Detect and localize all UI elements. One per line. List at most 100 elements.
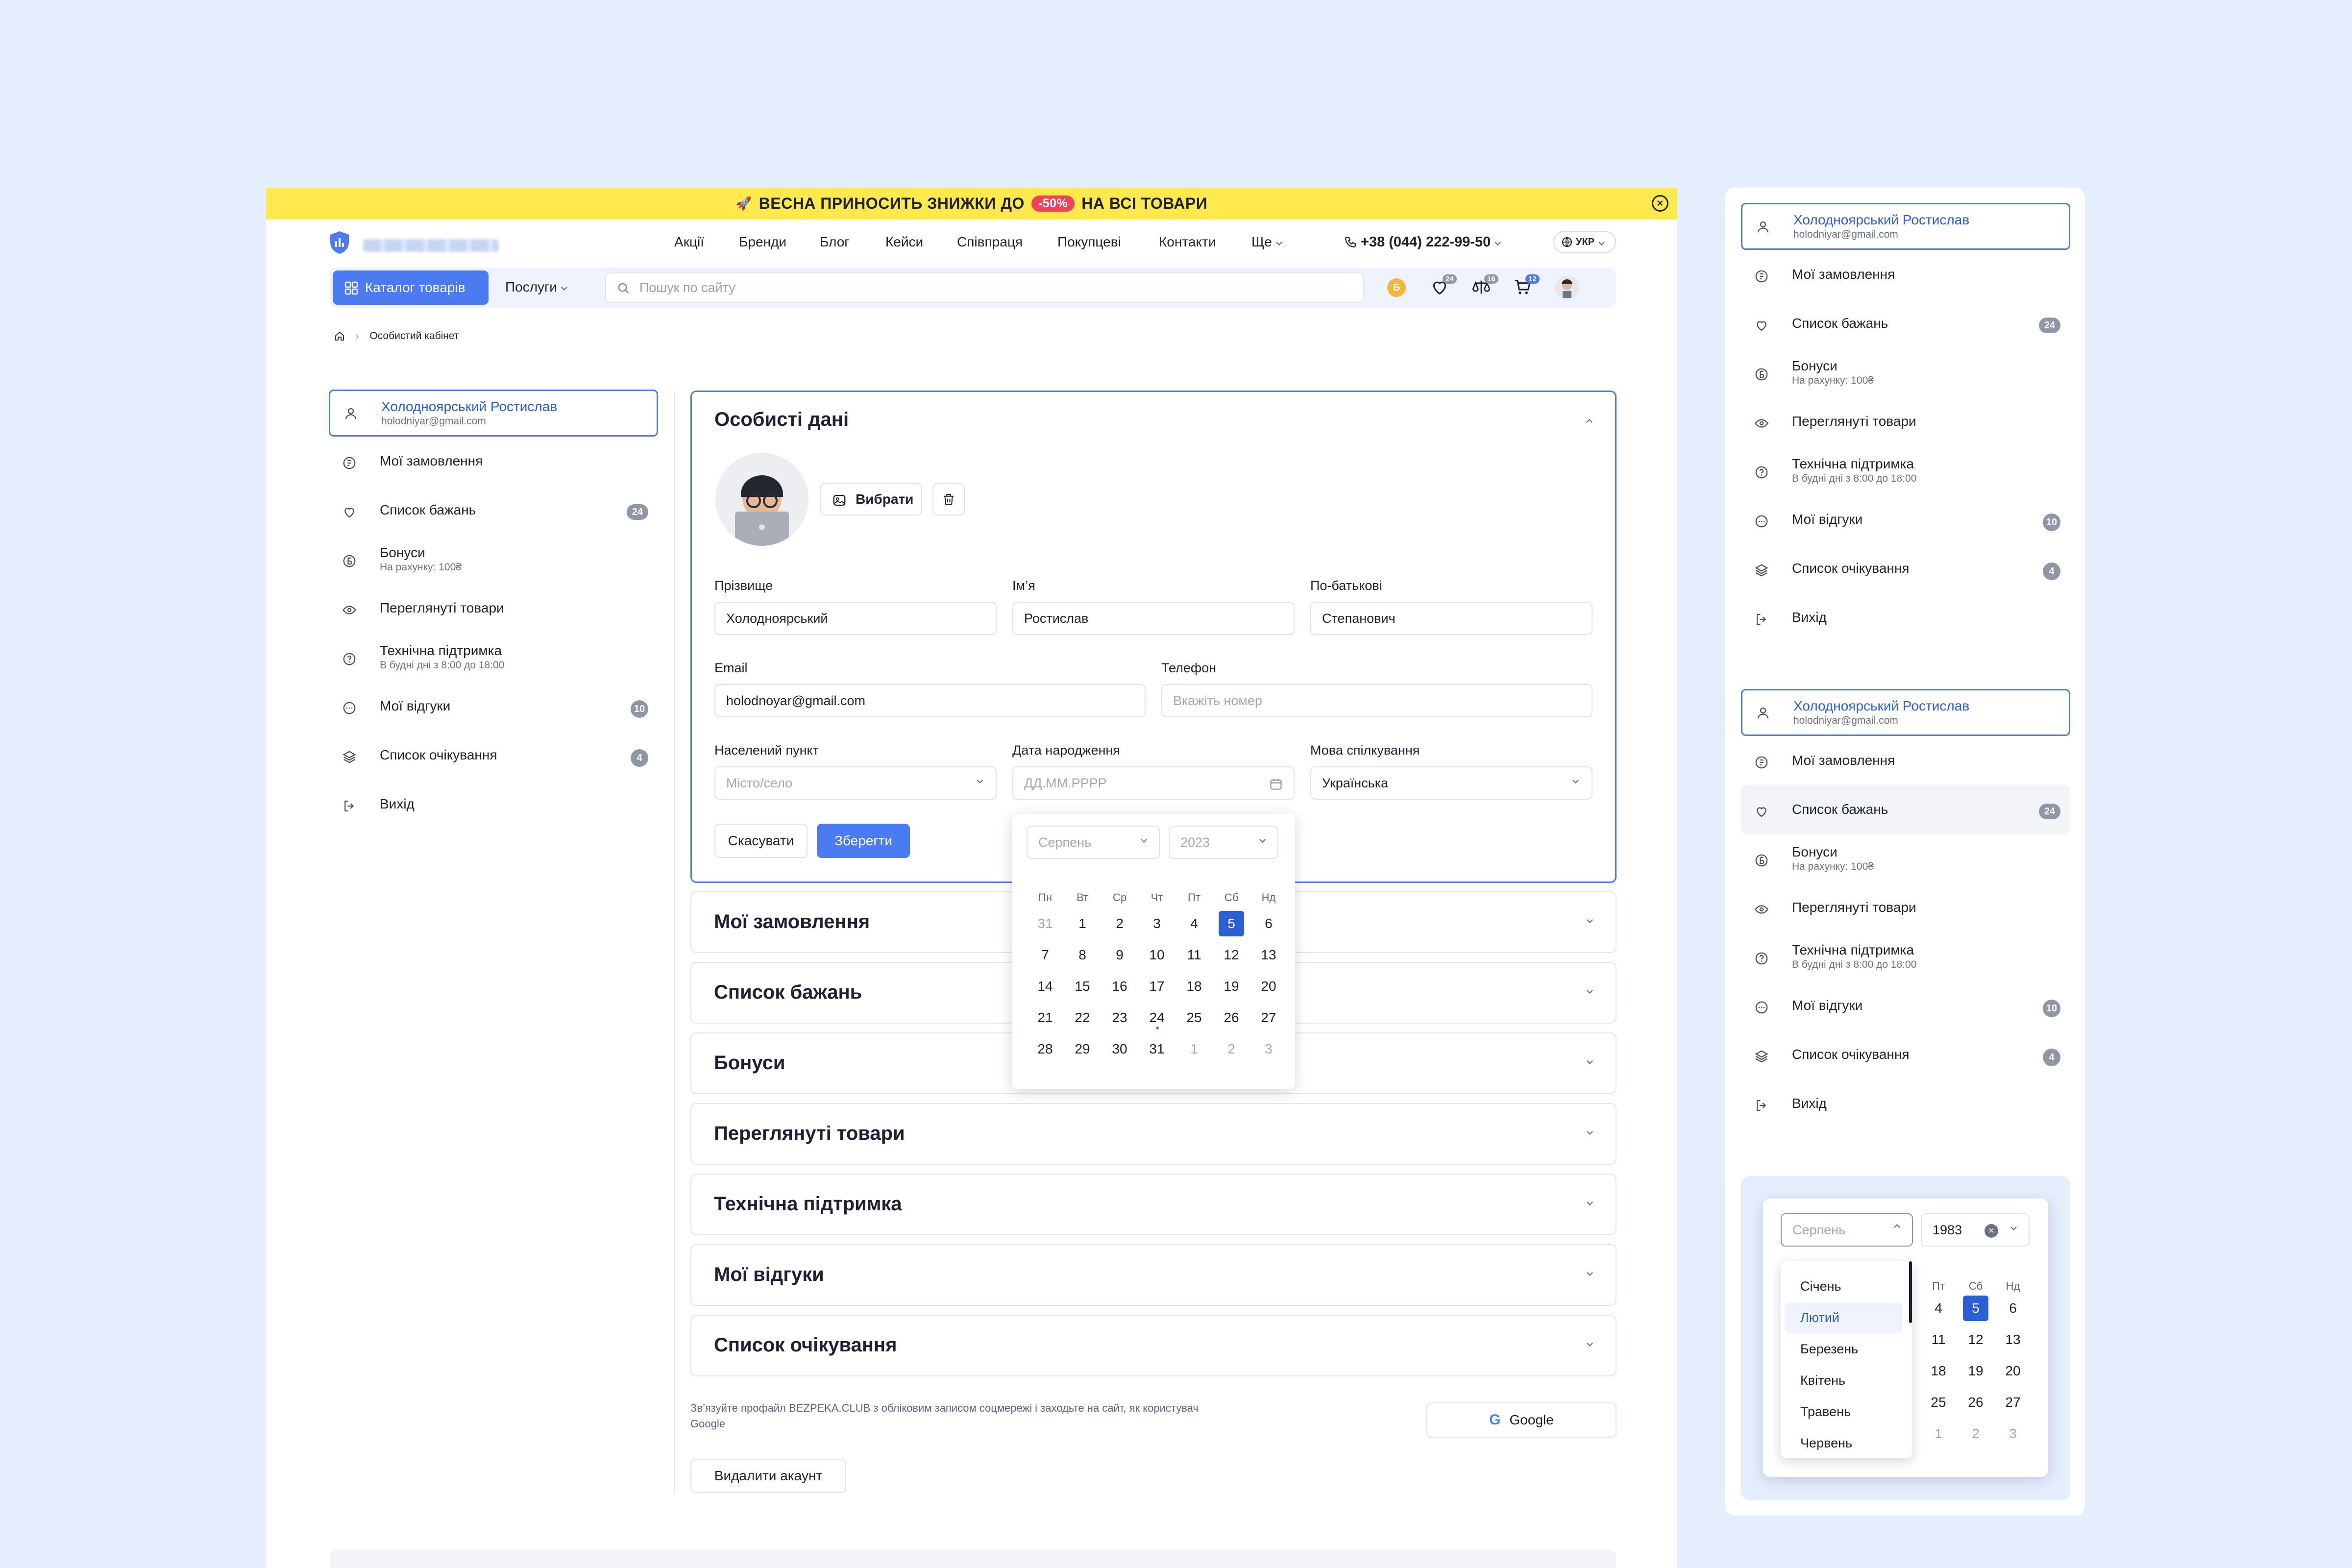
name-field[interactable]: Ростислав <box>1012 602 1295 635</box>
language-select[interactable]: Українська <box>1310 766 1592 800</box>
calendar-day[interactable]: 1 <box>1070 911 1095 936</box>
city-select[interactable]: Місто/село <box>714 766 997 800</box>
month-select-open[interactable]: Серпень <box>1781 1213 1913 1247</box>
calendar-day[interactable]: 23 <box>1107 1005 1132 1030</box>
calendar-day[interactable]: 4 <box>1926 1296 1951 1321</box>
calendar-day[interactable]: 27 <box>1256 1005 1281 1030</box>
collapse-button[interactable] <box>1582 417 1592 426</box>
month-option[interactable]: Березень <box>1785 1334 1902 1364</box>
calendar-day[interactable]: 4 <box>1181 911 1207 936</box>
calendar-day[interactable]: 6 <box>1256 911 1281 936</box>
sidebar-item-wishlist[interactable]: Список бажань 24 <box>329 486 658 535</box>
sidebar-item-viewed[interactable]: Переглянуті товари <box>329 584 658 633</box>
calendar-day[interactable]: 24 <box>1144 1005 1170 1030</box>
phone-field[interactable]: Вкажіть номер <box>1161 684 1592 717</box>
close-icon[interactable]: × <box>1652 195 1668 212</box>
phone-dropdown[interactable]: +38 (044) 222-99-50 <box>1344 234 1501 250</box>
save-button[interactable]: Зберегти <box>817 824 910 858</box>
calendar-day[interactable]: 13 <box>2000 1327 2026 1352</box>
sidebar-item-reviews[interactable]: Мої відгуки 10 <box>329 682 658 731</box>
calendar-day[interactable]: 30 <box>1107 1036 1132 1062</box>
wishlist-button[interactable]: 24 <box>1430 274 1457 299</box>
nav-link-cooperation[interactable]: Співпраця <box>957 234 1023 250</box>
sidebar-item-bonuses[interactable]: Бонуси На рахунку: 100₴ <box>329 535 658 584</box>
calendar-day[interactable]: 14 <box>1032 974 1058 999</box>
nav-link-blog[interactable]: Блог <box>820 234 850 250</box>
compare-button[interactable]: 16 <box>1471 274 1498 299</box>
nav-link-contacts[interactable]: Контакти <box>1159 234 1216 250</box>
sidebar-item-waitlist[interactable]: Список очікування 4 <box>1741 544 2070 593</box>
calendar-day[interactable]: 1 <box>1926 1421 1951 1446</box>
calendar-day[interactable]: 18 <box>1181 974 1207 999</box>
scrollbar[interactable] <box>1909 1261 1912 1323</box>
cart-button[interactable]: 12 <box>1513 274 1540 299</box>
calendar-day[interactable]: 18 <box>1926 1358 1951 1384</box>
sidebar-item-logout[interactable]: Вихід <box>1741 593 2070 642</box>
calendar-day[interactable]: 2 <box>1963 1421 1988 1446</box>
calendar-day[interactable]: 9 <box>1107 942 1132 968</box>
year-select[interactable]: 2023 <box>1169 826 1278 859</box>
sidebar-item-viewed[interactable]: Переглянуті товари <box>1741 883 2070 932</box>
calendar-day[interactable]: 12 <box>1219 942 1244 968</box>
calendar-day[interactable]: 29 <box>1070 1036 1095 1062</box>
google-link-button[interactable]: G Google <box>1426 1402 1617 1438</box>
nav-link-cases[interactable]: Кейси <box>885 234 923 250</box>
month-option[interactable]: Лютий <box>1785 1302 1902 1333</box>
cancel-button[interactable]: Скасувати <box>714 824 808 858</box>
delete-account-button[interactable]: Видалити акаунт <box>690 1459 846 1493</box>
delete-photo-button[interactable] <box>932 483 965 515</box>
calendar-day[interactable]: 19 <box>1219 974 1244 999</box>
accordion-support[interactable]: Технічна підтримка <box>690 1174 1617 1235</box>
sidebar-profile[interactable]: Холодноярський Ростислав holodniyar@gmail… <box>329 390 658 437</box>
calendar-day[interactable]: 16 <box>1107 974 1132 999</box>
sidebar-item-support[interactable]: Технічна підтримка В будні дні з 8:00 до … <box>1741 932 2070 981</box>
calendar-day[interactable]: 3 <box>2000 1421 2026 1446</box>
calendar-day[interactable]: 11 <box>1181 942 1207 968</box>
calendar-day[interactable]: 13 <box>1256 942 1281 968</box>
accordion-waitlist[interactable]: Список очікування <box>690 1315 1617 1376</box>
catalog-button[interactable]: Каталог товарів <box>333 270 489 305</box>
sidebar-item-orders[interactable]: Мої замовлення <box>1741 736 2070 785</box>
sidebar-item-logout[interactable]: Вихід <box>1741 1079 2070 1128</box>
email-field[interactable]: holodnoyar@gmail.com <box>714 684 1146 717</box>
month-select[interactable]: Серпень <box>1027 826 1160 859</box>
calendar-day[interactable]: 15 <box>1070 974 1095 999</box>
sidebar-item-viewed[interactable]: Переглянуті товари <box>1741 397 2070 446</box>
sidebar-profile[interactable]: Холодноярський Ростислав holodniyar@gmail… <box>1741 689 2070 736</box>
sidebar-item-logout[interactable]: Вихід <box>329 780 658 829</box>
calendar-day[interactable]: 3 <box>1144 911 1170 936</box>
month-option[interactable]: Травень <box>1785 1396 1902 1427</box>
sidebar-item-wishlist[interactable]: Список бажань 24 <box>1741 299 2070 348</box>
calendar-day[interactable]: 6 <box>2000 1296 2026 1321</box>
birthdate-field[interactable]: ДД.ММ.РРРР <box>1012 766 1295 800</box>
month-option[interactable]: Червень <box>1785 1428 1902 1458</box>
sidebar-item-waitlist[interactable]: Список очікування 4 <box>1741 1030 2070 1079</box>
sidebar-item-support[interactable]: Технічна підтримка В будні дні з 8:00 до … <box>329 633 658 682</box>
calendar-day[interactable]: 1 <box>1181 1036 1207 1062</box>
nav-link-buyers[interactable]: Покупцеві <box>1057 234 1121 250</box>
logo-wordmark[interactable] <box>363 239 498 252</box>
month-option[interactable]: Квітень <box>1785 1365 1902 1396</box>
sidebar-item-reviews[interactable]: Мої відгуки 10 <box>1741 981 2070 1030</box>
nav-link-brands[interactable]: Бренди <box>739 234 786 250</box>
calendar-day[interactable]: 27 <box>2000 1390 2026 1415</box>
calendar-day[interactable]: 26 <box>1219 1005 1244 1030</box>
year-select[interactable]: 1983 × <box>1921 1213 2030 1247</box>
calendar-day[interactable]: 10 <box>1144 942 1170 968</box>
accordion-viewed[interactable]: Переглянуті товари <box>690 1103 1617 1165</box>
accordion-reviews[interactable]: Мої відгуки <box>690 1244 1617 1306</box>
sidebar-item-bonuses[interactable]: Бонуси На рахунку: 100₴ <box>1741 348 2070 397</box>
surname-field[interactable]: Холодноярський <box>714 602 997 635</box>
calendar-day[interactable]: 20 <box>1256 974 1281 999</box>
sidebar-profile[interactable]: Холодноярський Ростислав holodniyar@gmail… <box>1741 203 2070 250</box>
sidebar-item-waitlist[interactable]: Список очікування 4 <box>329 731 658 780</box>
home-icon[interactable] <box>334 330 345 342</box>
sidebar-item-support[interactable]: Технічна підтримка В будні дні з 8:00 до … <box>1741 446 2070 495</box>
calendar-day[interactable]: 25 <box>1926 1390 1951 1415</box>
calendar-day[interactable]: 22 <box>1070 1005 1095 1030</box>
clear-icon[interactable]: × <box>1984 1224 1998 1238</box>
services-dropdown[interactable]: Послуги <box>505 279 567 295</box>
calendar-day[interactable]: 2 <box>1219 1036 1244 1062</box>
calendar-day[interactable]: 7 <box>1032 942 1058 968</box>
calendar-day[interactable]: 17 <box>1144 974 1170 999</box>
